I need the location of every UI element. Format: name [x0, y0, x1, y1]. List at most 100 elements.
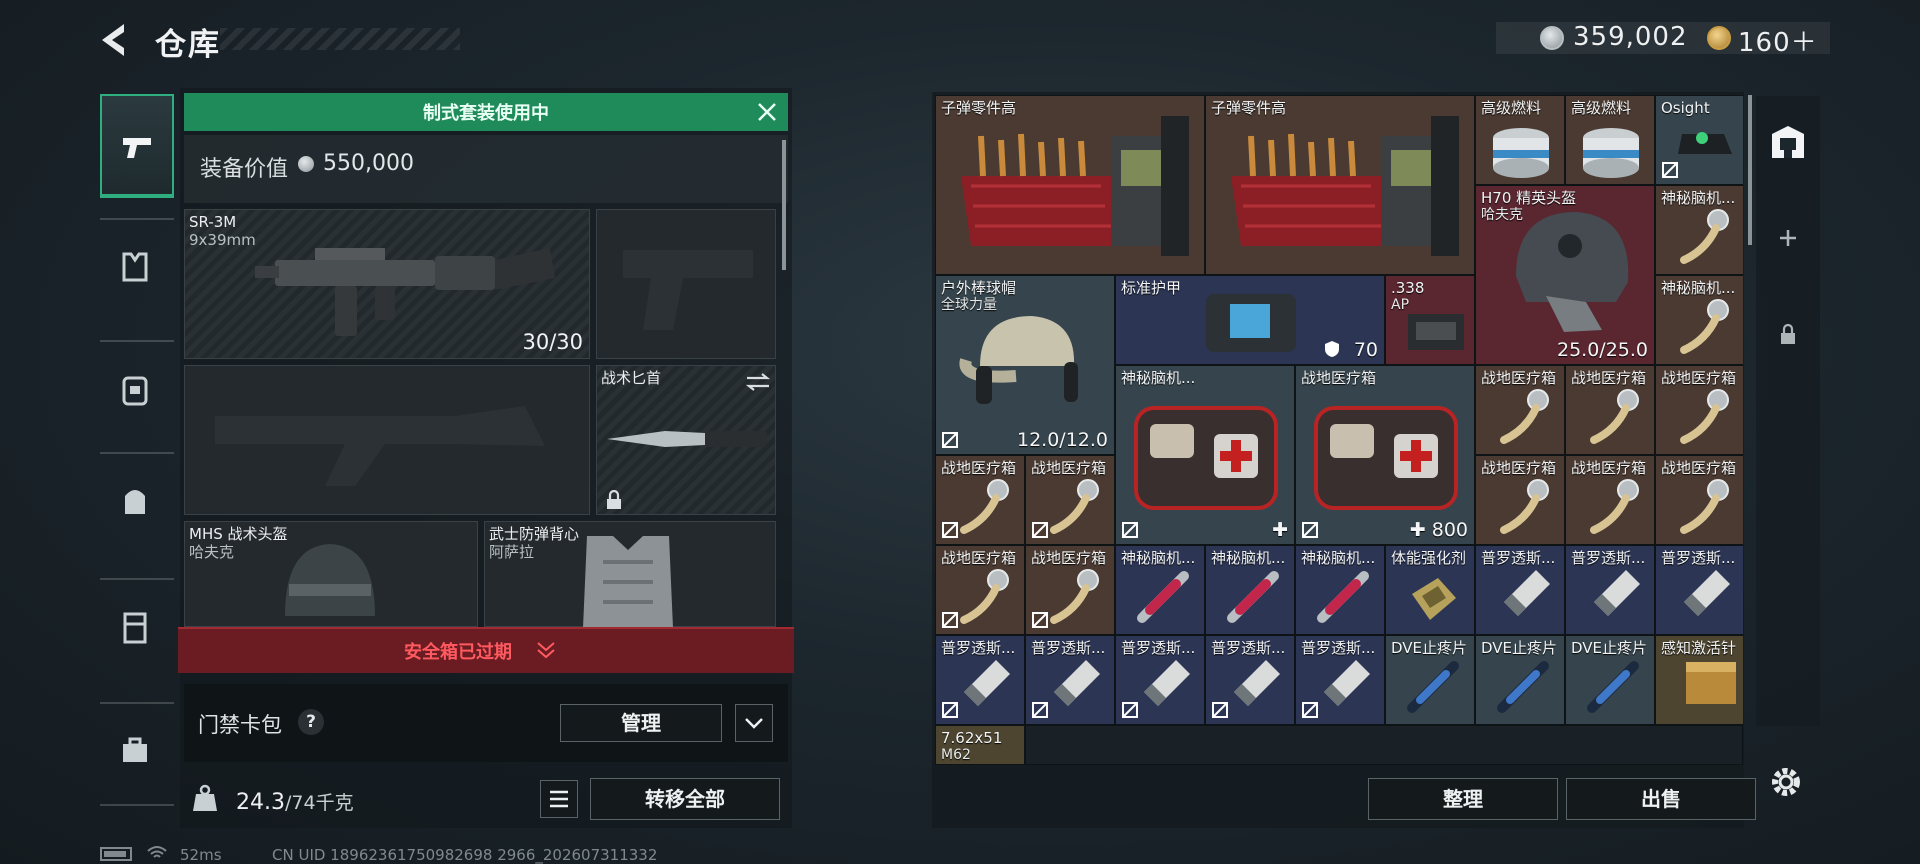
- inventory-scrollbar[interactable]: [1748, 95, 1752, 245]
- manage-button[interactable]: 管理: [560, 704, 722, 742]
- brainchip-image: [1680, 299, 1729, 354]
- no-insure-icon: [1122, 522, 1138, 538]
- container-tab[interactable]: [100, 578, 174, 682]
- bag-icon: [125, 490, 145, 514]
- inventory-item[interactable]: 普罗透斯...: [1115, 635, 1205, 725]
- sell-button[interactable]: 出售: [1566, 778, 1756, 820]
- rifle-silhouette: [215, 406, 545, 486]
- weight-icon: [193, 784, 217, 811]
- lock-icon[interactable]: [1768, 314, 1808, 354]
- pistol-slot[interactable]: [596, 209, 776, 359]
- inventory-item[interactable]: 战地医疗箱: [1475, 365, 1565, 455]
- item-name: 战地医疗箱: [1571, 459, 1647, 477]
- inventory-item[interactable]: 神秘脑机...: [1295, 545, 1385, 635]
- inventory-item[interactable]: 普罗透斯...: [1655, 545, 1743, 635]
- inventory-item[interactable]: 子弹零件高: [1205, 95, 1475, 275]
- backpack-icon: [122, 376, 148, 406]
- inventory-item[interactable]: 神秘脑机... ✚: [1115, 365, 1295, 545]
- help-icon[interactable]: ?: [298, 709, 324, 735]
- module-image: [1412, 578, 1456, 620]
- gear-icon[interactable]: [1766, 762, 1806, 802]
- loadout-scrollbar[interactable]: [782, 140, 786, 270]
- inventory-item[interactable]: .338 AP: [1385, 275, 1475, 365]
- fuel-can-image: [1583, 128, 1639, 178]
- inventory-item[interactable]: 普罗透斯...: [1475, 545, 1565, 635]
- swap-icon[interactable]: [745, 372, 771, 392]
- melee-slot[interactable]: 战术匕首: [596, 365, 776, 515]
- item-name: 户外棒球帽: [941, 279, 1017, 297]
- helmet-slot[interactable]: MHS 战术头盔 哈夫克: [184, 521, 478, 627]
- weapons-tab[interactable]: [100, 94, 174, 198]
- medkit-tab[interactable]: [100, 702, 174, 806]
- item-name: 神秘脑机...: [1211, 549, 1286, 567]
- back-arrow-icon[interactable]: [96, 20, 136, 60]
- inventory-item[interactable]: DVE止疼片: [1385, 635, 1475, 725]
- inventory-item[interactable]: 普罗透斯...: [1025, 635, 1115, 725]
- safebox-expired-text: 安全箱已过期: [404, 642, 512, 663]
- inventory-item[interactable]: 普罗透斯...: [1295, 635, 1385, 725]
- inventory-item[interactable]: 神秘脑机...: [1205, 545, 1295, 635]
- inventory-item[interactable]: H70 精英头盔 哈夫克 25.0/25.0: [1475, 185, 1655, 365]
- inventory-item[interactable]: 高级燃料: [1475, 95, 1565, 185]
- sort-button[interactable]: 整理: [1368, 778, 1558, 820]
- gold-amount[interactable]: 160＋: [1738, 22, 1818, 59]
- bag-tab[interactable]: [100, 452, 174, 556]
- inventory-item[interactable]: 战地医疗箱 ✚ 800: [1295, 365, 1475, 545]
- inventory-item[interactable]: 战地医疗箱: [1655, 365, 1743, 455]
- helmet-name: MHS 战术头盔: [189, 525, 288, 543]
- brainchip-image: [1590, 479, 1639, 534]
- inventory-item[interactable]: 战地医疗箱: [1025, 545, 1115, 635]
- pill-bottle-image: [1144, 660, 1190, 706]
- inventory-item[interactable]: 神秘脑机...: [1655, 185, 1743, 275]
- inventory-item[interactable]: 户外棒球帽 全球力量 12.0/12.0: [935, 275, 1115, 455]
- inventory-item[interactable]: 高级燃料: [1565, 95, 1655, 185]
- item-name: 战地医疗箱: [941, 549, 1017, 567]
- item-name: .338: [1391, 279, 1425, 297]
- backpack-tab[interactable]: [100, 340, 174, 444]
- expand-button[interactable]: [735, 704, 773, 742]
- inventory-item[interactable]: 子弹零件高: [935, 95, 1205, 275]
- secondary-weapon-slot[interactable]: [184, 365, 590, 515]
- brainchip-image: [1500, 479, 1549, 534]
- inventory-item[interactable]: 普罗透斯...: [1565, 545, 1655, 635]
- ammo-box-image: [1408, 314, 1464, 350]
- inventory-item[interactable]: 战地医疗箱: [1475, 455, 1565, 545]
- no-insure-icon: [1212, 702, 1228, 718]
- inventory-item[interactable]: 神秘脑机...: [1655, 275, 1743, 365]
- transfer-all-button[interactable]: 转移全部: [590, 778, 780, 820]
- inventory-item[interactable]: 标准护甲 70: [1115, 275, 1385, 365]
- cap-image: [959, 316, 1078, 404]
- item-name: 普罗透斯...: [1571, 549, 1646, 567]
- inventory-item[interactable]: 战地医疗箱: [935, 545, 1025, 635]
- inventory-item[interactable]: 战地医疗箱: [935, 455, 1025, 545]
- vest-slot[interactable]: 武士防弹背心 阿萨拉: [484, 521, 776, 628]
- list-view-button[interactable]: [540, 780, 578, 818]
- ammo-crate-image: [1231, 116, 1459, 256]
- inventory-item[interactable]: DVE止疼片: [1565, 635, 1655, 725]
- armor-tab[interactable]: [100, 218, 174, 322]
- primary-weapon-ammo: 9x39mm: [189, 231, 256, 249]
- inventory-item[interactable]: 战地医疗箱: [1655, 455, 1743, 545]
- brainchip-image: [1680, 389, 1729, 444]
- silver-coin-icon: [298, 156, 314, 172]
- inventory-item[interactable]: Osight: [1655, 95, 1743, 185]
- inventory-item[interactable]: 感知激活针: [1655, 635, 1743, 725]
- item-ammo-type: M62: [941, 747, 971, 763]
- inventory-item[interactable]: 战地医疗箱: [1025, 455, 1115, 545]
- inventory-item[interactable]: DVE止疼片: [1475, 635, 1565, 725]
- equipment-value: 550,000: [323, 151, 414, 176]
- inventory-item[interactable]: 普罗透斯...: [935, 635, 1025, 725]
- medkit-image: [1134, 406, 1278, 510]
- inventory-item[interactable]: 神秘脑机...: [1115, 545, 1205, 635]
- inventory-item[interactable]: 战地医疗箱: [1565, 455, 1655, 545]
- close-icon[interactable]: [755, 100, 779, 124]
- plus-icon[interactable]: [1768, 218, 1808, 258]
- inventory-item[interactable]: 普罗透斯...: [1205, 635, 1295, 725]
- safe-box-icon[interactable]: [1768, 122, 1808, 162]
- inventory-item[interactable]: 7.62x51 M62: [935, 725, 1025, 765]
- pill-bottle-image: [1504, 570, 1550, 616]
- primary-ammo-count: 30/30: [522, 330, 583, 354]
- inventory-item[interactable]: 战地医疗箱: [1565, 365, 1655, 455]
- inventory-item[interactable]: 体能强化剂: [1385, 545, 1475, 635]
- primary-weapon-slot[interactable]: SR-3M 9x39mm 30/30: [184, 209, 590, 359]
